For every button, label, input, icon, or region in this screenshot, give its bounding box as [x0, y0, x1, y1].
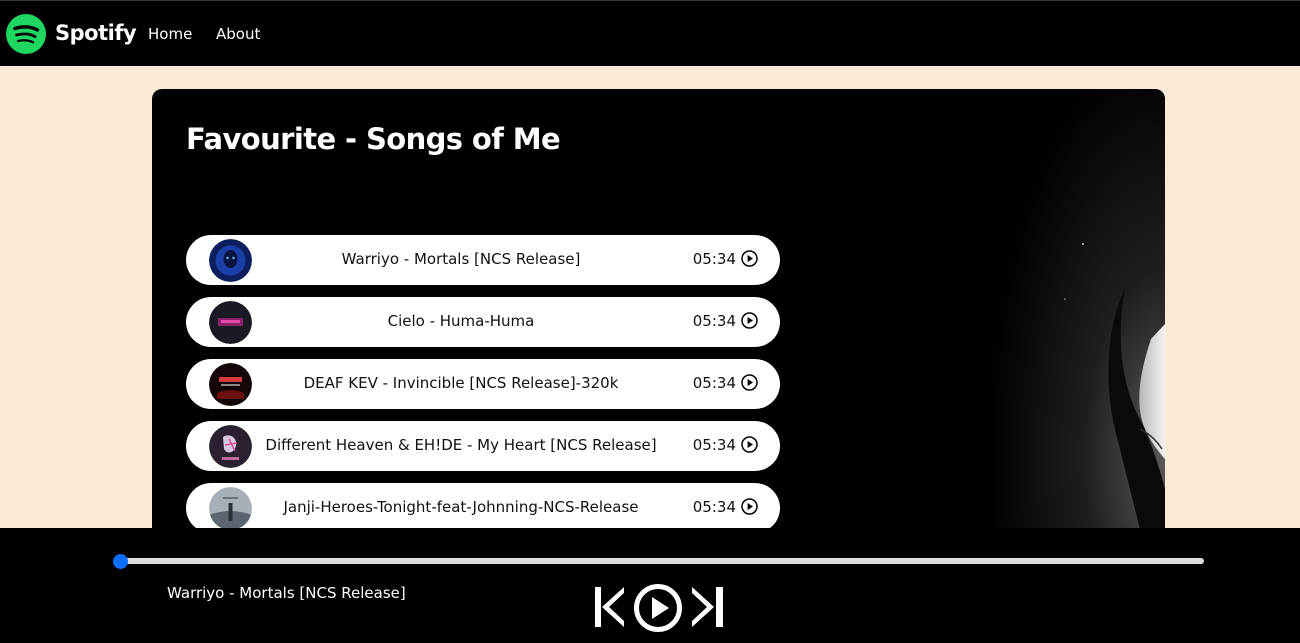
song-item[interactable]: Janji-Heroes-Tonight-feat-Johnning-NCS-R…	[186, 483, 780, 533]
playlist-title: Favourite - Songs of Me	[186, 122, 561, 156]
progress-thumb[interactable]	[113, 554, 128, 569]
song-duration: 05:34	[692, 312, 736, 330]
song-title: Cielo - Huma-Huma	[387, 312, 535, 330]
background-artwork	[965, 89, 1165, 549]
song-title: DEAF KEV - Invincible [NCS Release]-320k	[303, 374, 619, 392]
song-duration: 05:34	[692, 436, 736, 454]
song-item[interactable]: Cielo - Huma-Huma 05:34	[186, 297, 780, 347]
play-circle-icon[interactable]	[741, 498, 758, 515]
song-cover-image	[209, 239, 252, 282]
song-item[interactable]: DEAF KEV - Invincible [NCS Release]-320k…	[186, 359, 780, 409]
skip-next-icon[interactable]	[690, 585, 724, 629]
play-circle-icon[interactable]	[633, 583, 683, 633]
song-title: Different Heaven & EH!DE - My Heart [NCS…	[265, 436, 657, 454]
song-cover-image	[209, 363, 252, 406]
nav-link-about[interactable]: About	[216, 25, 260, 43]
progress-bar[interactable]	[118, 558, 1204, 564]
song-duration: 05:34	[692, 250, 736, 268]
now-playing-title: Warriyo - Mortals [NCS Release]	[167, 584, 406, 602]
song-item[interactable]: Different Heaven & EH!DE - My Heart [NCS…	[186, 421, 780, 471]
song-list: Warriyo - Mortals [NCS Release] 05:34 Ci…	[186, 235, 780, 545]
playlist-container: Favourite - Songs of Me Warriyo - Mortal…	[152, 89, 1165, 549]
song-title: Janji-Heroes-Tonight-feat-Johnning-NCS-R…	[283, 498, 639, 516]
play-circle-icon[interactable]	[741, 436, 758, 453]
play-circle-icon[interactable]	[741, 374, 758, 391]
nav-link-home[interactable]: Home	[148, 25, 192, 43]
brand-name[interactable]: Spotify	[55, 21, 137, 45]
player-bar: Warriyo - Mortals [NCS Release]	[0, 528, 1300, 643]
skip-previous-icon[interactable]	[594, 585, 626, 629]
play-circle-icon[interactable]	[741, 312, 758, 329]
song-duration: 05:34	[692, 498, 736, 516]
spotify-logo-icon[interactable]	[6, 14, 46, 54]
navbar: Spotify Home About	[0, 0, 1300, 66]
play-circle-icon[interactable]	[741, 250, 758, 267]
song-cover-image	[209, 425, 252, 468]
song-item[interactable]: Warriyo - Mortals [NCS Release] 05:34	[186, 235, 780, 285]
song-duration: 05:34	[692, 374, 736, 392]
song-cover-image	[209, 487, 252, 530]
song-cover-image	[209, 301, 252, 344]
song-title: Warriyo - Mortals [NCS Release]	[341, 250, 581, 268]
